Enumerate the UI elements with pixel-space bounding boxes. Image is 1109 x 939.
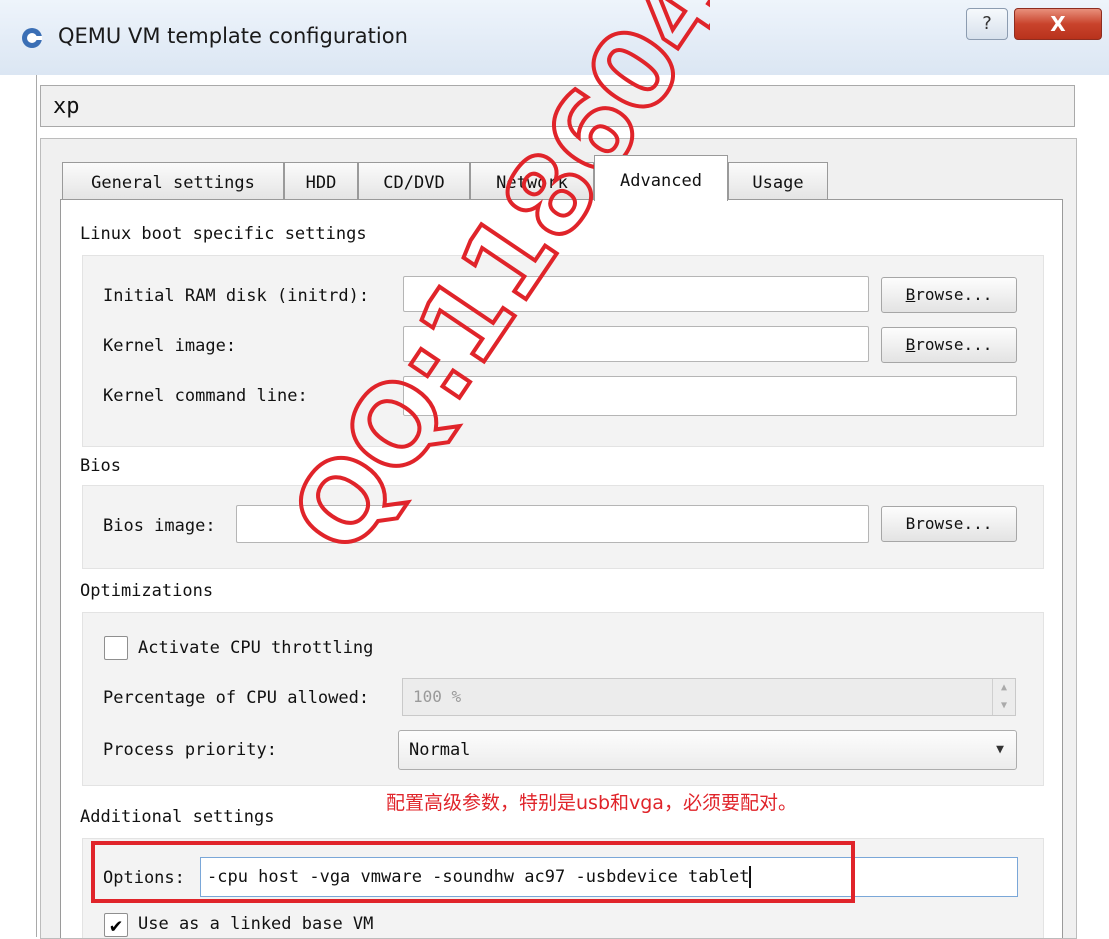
browse-mnemonic: B [905,285,916,304]
kernel-image-browse-button[interactable]: Browse... [881,327,1017,363]
spin-up-icon[interactable]: ▲ [993,679,1015,697]
window-title: QEMU VM template configuration [58,24,408,48]
tab-network[interactable]: Network [470,162,594,200]
browse-label: rowse... [915,335,993,354]
spin-arrows[interactable]: ▲ ▼ [992,679,1015,715]
chevron-down-icon: ▼ [996,742,1004,757]
cpu-throttling-label: Activate CPU throttling [138,638,374,658]
initrd-input[interactable] [403,276,869,312]
annotation-note: 配置高级参数，特别是usb和vga，必须要配对。 [386,792,797,814]
cpu-percent-label: Percentage of CPU allowed: [103,688,370,708]
bios-image-input[interactable] [236,505,869,543]
browse-mnemonic: B [905,335,916,354]
linked-base-checkbox[interactable]: ✔ [104,913,128,937]
optimizations-section-label: Optimizations [80,581,214,601]
bios-section-label: Bios [80,456,121,476]
kernel-cmdline-input[interactable] [403,376,1017,416]
help-button[interactable]: ? [966,8,1008,40]
process-priority-label: Process priority: [103,740,277,760]
initrd-label: Initial RAM disk (initrd): [103,286,370,306]
kernel-image-label: Kernel image: [103,336,237,356]
tab-general-settings[interactable]: General settings [62,162,284,200]
spin-down-icon[interactable]: ▼ [993,697,1015,715]
tab-advanced[interactable]: Advanced [594,155,728,201]
bios-image-label: Bios image: [103,516,216,536]
initrd-browse-button[interactable]: Browse... [881,277,1017,313]
qemu-app-icon [20,26,44,50]
kernel-image-input[interactable] [403,326,869,362]
annotation-highlight-box [91,841,855,903]
browse-label: rowse... [915,285,993,304]
close-button[interactable]: X [1014,8,1102,40]
additional-section-label: Additional settings [80,807,275,827]
process-priority-value: Normal [409,740,471,760]
vm-name-field[interactable]: xp [40,85,1075,127]
tab-cd-dvd[interactable]: CD/DVD [358,162,470,200]
title-bar: QEMU VM template configuration ? X [0,0,1109,75]
cpu-percent-value: 100 % [413,687,462,706]
bios-browse-button[interactable]: Browse... [881,506,1017,542]
tab-usage[interactable]: Usage [728,162,828,200]
cpu-percent-spinbox[interactable]: 100 % ▲ ▼ [402,678,1016,716]
process-priority-select[interactable]: Normal ▼ [398,730,1017,770]
tab-hdd[interactable]: HDD [284,162,358,200]
linked-base-label: Use as a linked base VM [138,914,374,934]
linux-boot-section-label: Linux boot specific settings [80,224,367,244]
cpu-throttling-checkbox[interactable] [104,636,128,660]
kernel-cmdline-label: Kernel command line: [103,386,308,406]
